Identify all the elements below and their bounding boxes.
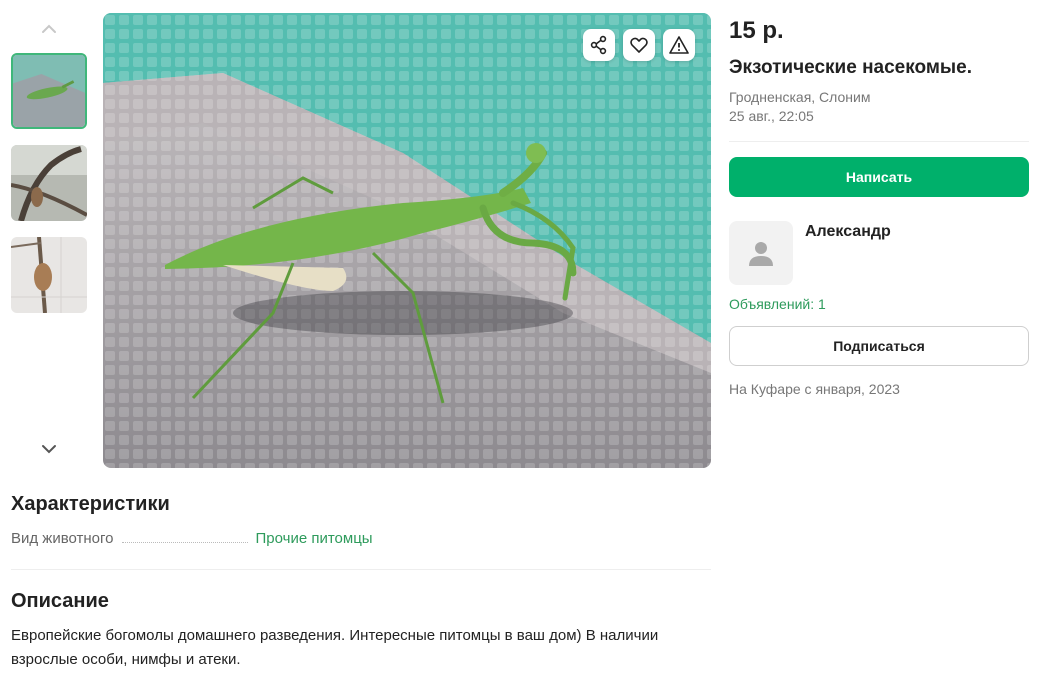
- price: 15 р.: [729, 17, 784, 44]
- thumbnail-gallery: [11, 12, 87, 468]
- share-icon[interactable]: [583, 29, 615, 61]
- thumbnail-2[interactable]: [11, 145, 87, 221]
- seller-name[interactable]: Александр: [805, 223, 891, 285]
- divider: [729, 141, 1029, 142]
- photo-actions: [583, 29, 695, 61]
- thumbnail-3[interactable]: [11, 237, 87, 313]
- warning-icon[interactable]: [663, 29, 695, 61]
- location: Гродненская, Слоним: [729, 89, 871, 105]
- spec-key: Вид животного: [11, 530, 114, 547]
- description-title: Описание: [11, 590, 109, 612]
- spec-dots: [121, 542, 248, 543]
- description-text: Европейские богомолы домашнего разведени…: [11, 627, 659, 668]
- subscribe-button[interactable]: Подписаться: [729, 326, 1029, 366]
- avatar[interactable]: [729, 221, 793, 285]
- user-icon: [749, 242, 773, 266]
- chevron-down-icon[interactable]: [11, 436, 87, 462]
- thumbnail-1[interactable]: [11, 53, 87, 129]
- posted-date: 25 авг., 22:05: [729, 108, 814, 124]
- seller-card: Александр: [729, 221, 1029, 285]
- section-divider: [11, 569, 711, 570]
- seller-ads-count[interactable]: Объявлений: 1: [729, 295, 1029, 313]
- heart-icon[interactable]: [623, 29, 655, 61]
- write-button[interactable]: Написать: [729, 157, 1029, 197]
- chevron-up-icon[interactable]: [11, 16, 87, 42]
- listing-title: Экзотические насекомые.: [729, 57, 972, 78]
- listing-sidebar: 15 р. Экзотические насекомые. Гродненска…: [729, 16, 1029, 398]
- seller-since: На Куфаре с января, 2023: [729, 381, 900, 397]
- specs-title: Характеристики: [11, 493, 170, 515]
- main-photo[interactable]: [103, 13, 711, 468]
- spec-row: Вид животного Прочие питомцы: [11, 530, 711, 547]
- spec-value[interactable]: Прочие питомцы: [256, 530, 373, 547]
